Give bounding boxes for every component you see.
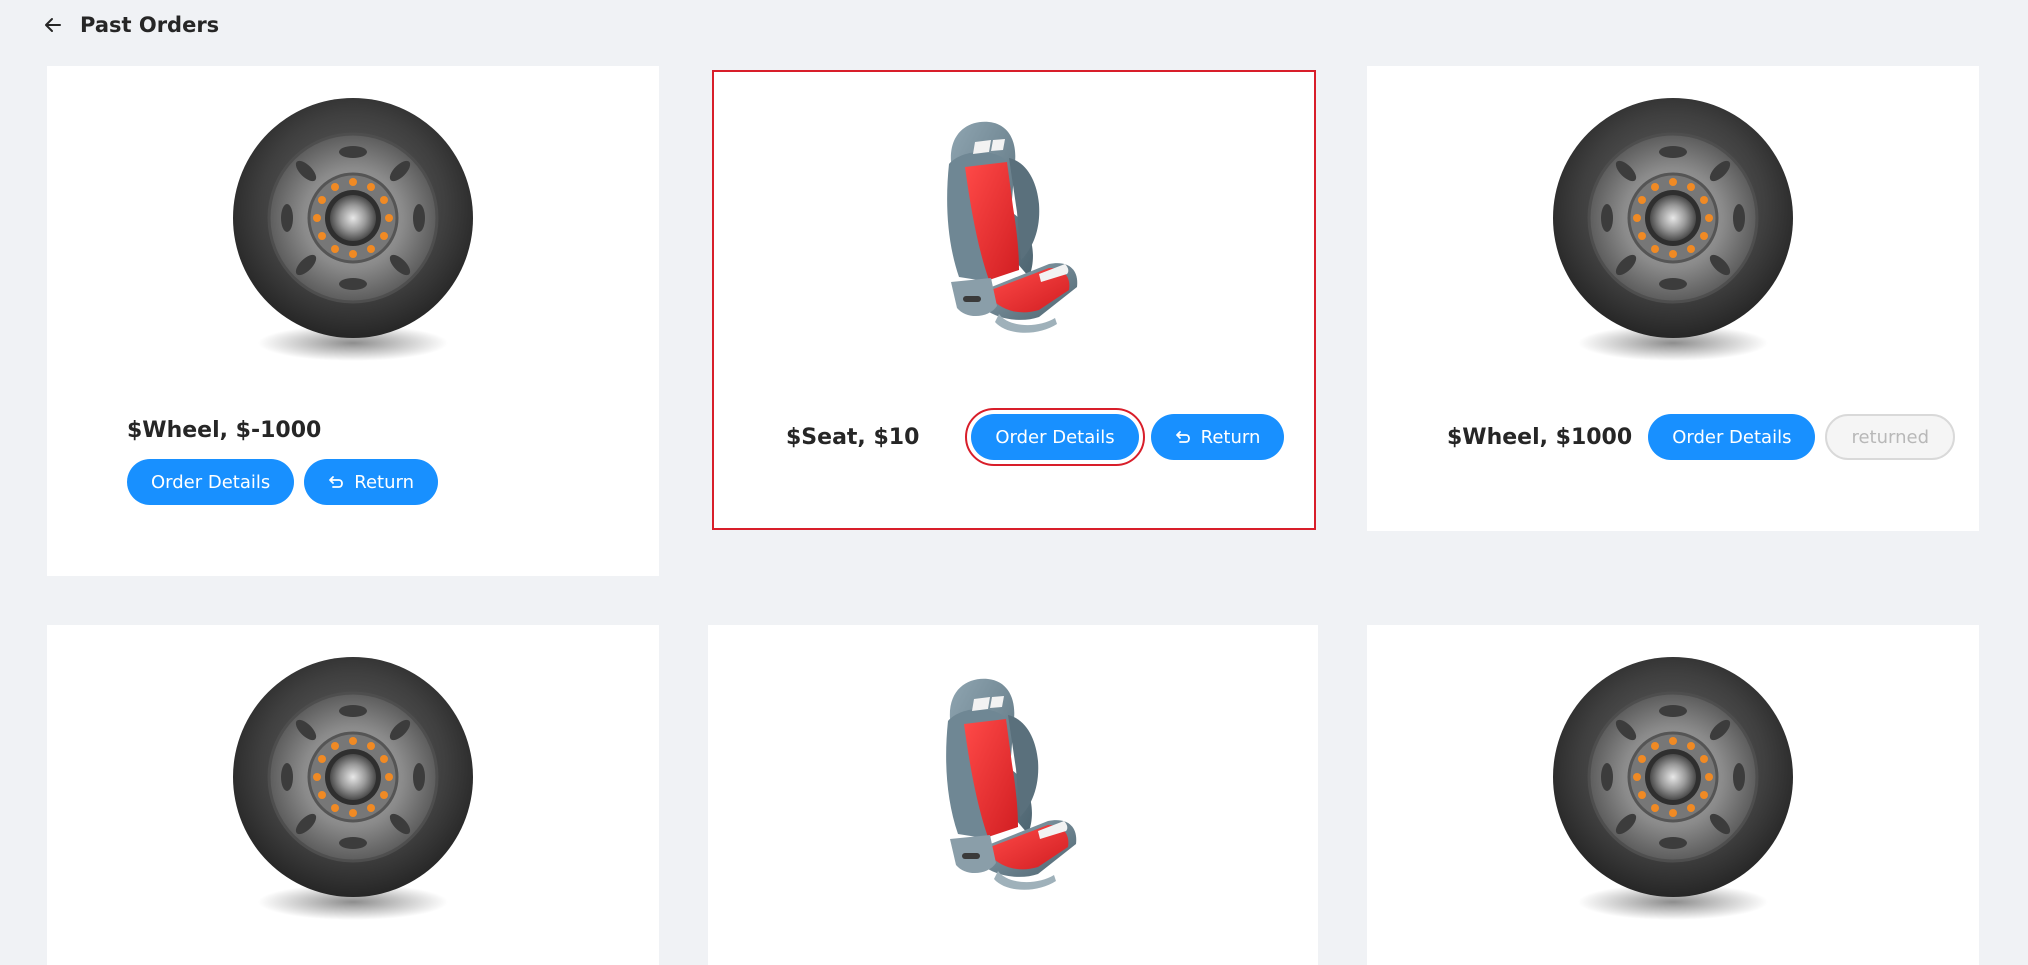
order-price: $Wheel, $-1000 [127, 418, 322, 443]
order-price: $Wheel, $1000 [1447, 424, 1633, 450]
order-card: $Wheel, $-1000 Order Details Return [47, 66, 659, 576]
order-card [1367, 625, 1979, 965]
return-button[interactable]: Return [304, 459, 439, 505]
order-price: $Seat, $10 [786, 424, 920, 450]
order-details-button[interactable]: Order Details [127, 459, 295, 505]
wheel-image [1538, 647, 1808, 933]
order-card [708, 625, 1318, 965]
page-header: Past Orders [44, 10, 219, 40]
order-card [47, 625, 659, 965]
return-icon [328, 474, 344, 490]
page-title: Past Orders [80, 13, 220, 37]
seat-image [879, 92, 1149, 378]
return-icon [1175, 429, 1191, 445]
return-label: Return [354, 471, 415, 493]
order-details-button[interactable]: Order Details [965, 408, 1145, 466]
wheel-image [1538, 88, 1808, 374]
order-card: $Wheel, $1000 Order Details returned [1367, 66, 1979, 531]
wheel-image [218, 88, 488, 374]
returned-status-button: returned [1825, 414, 1956, 460]
return-label: Return [1200, 426, 1261, 448]
wheel-image [218, 647, 488, 933]
order-details-button[interactable]: Order Details [1648, 414, 1816, 460]
return-button[interactable]: Return [1150, 414, 1285, 460]
seat-image [878, 649, 1148, 935]
arrow-left-icon[interactable] [44, 16, 62, 34]
order-card: $Seat, $10 Order Details Return [712, 70, 1316, 530]
